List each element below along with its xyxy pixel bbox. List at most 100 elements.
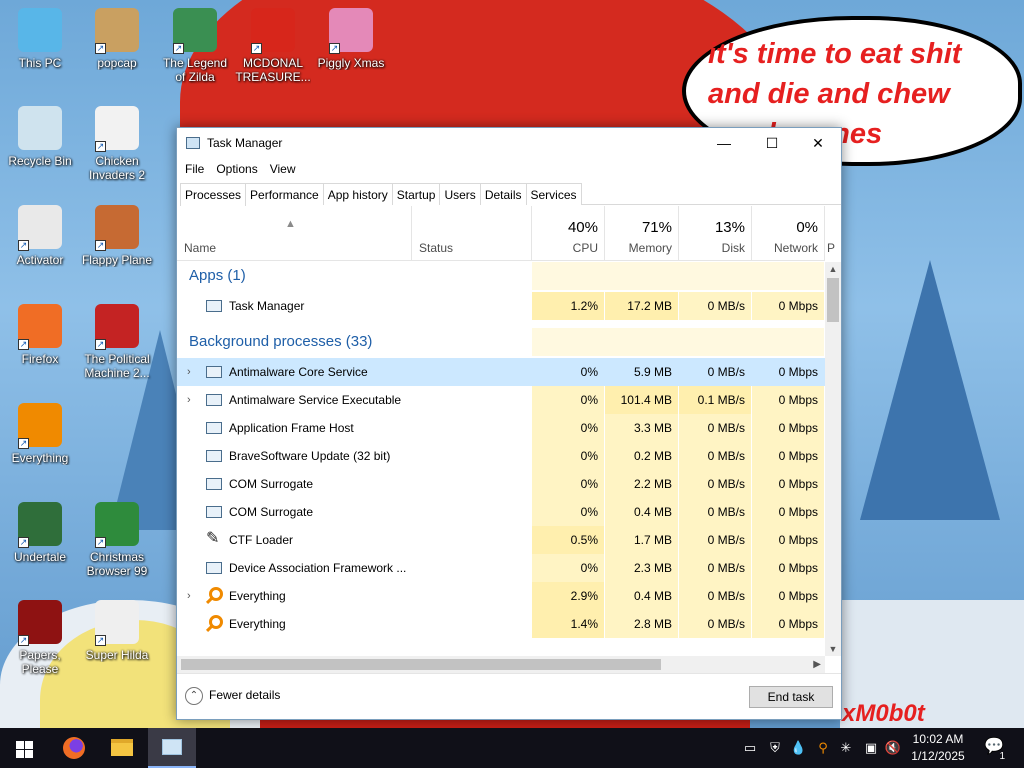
process-memory: 0.4 MB [605, 498, 678, 526]
watermark-text: xM0b0t [842, 700, 925, 727]
title-bar[interactable]: Task Manager — ☐ ✕ [177, 128, 841, 159]
column-disk[interactable]: 13% Disk [679, 206, 752, 261]
service-window-icon [206, 394, 222, 406]
taskbar-task-manager[interactable] [148, 728, 196, 768]
process-cpu: 1.2% [532, 292, 604, 320]
process-disk: 0 MB/s [679, 470, 751, 498]
minimize-button[interactable]: — [701, 128, 747, 159]
desktop-icon[interactable]: ↗ Flappy Plane [79, 205, 155, 267]
column-memory[interactable]: 71% Memory [605, 206, 679, 261]
process-name: CTF Loader [229, 533, 294, 547]
expand-chevron-icon[interactable]: › [187, 582, 191, 610]
process-row[interactable]: Application Frame Host 0% 3.3 MB 0 MB/s 0 Mb… [177, 414, 825, 442]
process-name: Everything [229, 589, 286, 603]
desktop-icon[interactable]: ↗ Everything [2, 403, 78, 465]
desktop-icon-label: popcap [97, 56, 137, 70]
shortcut-arrow-icon: ↗ [95, 635, 106, 646]
process-row[interactable]: › Antimalware Service Executable 0% 101.4 M… [177, 386, 825, 414]
group-apps-header[interactable]: Apps (1) [189, 262, 246, 290]
scroll-up-icon[interactable]: ▲ [825, 262, 841, 276]
tab-services[interactable]: Services [525, 183, 582, 205]
process-row[interactable]: COM Surrogate 0% 0.4 MB 0 MB/s 0 Mbps [177, 498, 825, 526]
desktop-icon[interactable]: ↗ Christmas Browser 99 [79, 502, 155, 578]
network-icon[interactable]: ▣ [860, 728, 882, 768]
column-status[interactable]: Status [412, 206, 532, 261]
process-row[interactable]: Task Manager 1.2% 17.2 MB 0 MB/s 0 Mbps [177, 292, 825, 320]
desktop-icon[interactable]: ↗ Super Hilda [79, 600, 155, 662]
menu-file[interactable]: File [177, 159, 208, 176]
group-background-header[interactable]: Background processes (33) [189, 328, 372, 356]
maximize-button[interactable]: ☐ [749, 128, 795, 159]
file-explorer-icon [111, 739, 133, 756]
process-row[interactable]: › Everything 2.9% 0.4 MB 0 MB/s 0 Mbps [177, 582, 825, 610]
water-drop-icon[interactable]: 💧 [790, 728, 806, 768]
process-memory: 0.4 MB [605, 582, 678, 610]
desktop-icon-label: MCDONAL TREASURE... [235, 56, 311, 84]
desktop-icon[interactable]: ↗ popcap [79, 8, 155, 70]
menu-view[interactable]: View [262, 159, 300, 176]
close-button[interactable]: ✕ [795, 128, 841, 159]
menu-options[interactable]: Options [208, 159, 261, 176]
desktop-icon-label: The Legend of Zilda [162, 56, 228, 84]
fewer-details-button[interactable]: ⌃ Fewer details [185, 687, 280, 705]
windows-logo-icon [25, 741, 33, 749]
scroll-right-icon[interactable]: ▶ [813, 656, 821, 673]
tab-performance[interactable]: Performance [245, 183, 324, 205]
desktop-icon[interactable]: ↗ Chicken Invaders 2 [79, 106, 155, 182]
desktop-icon[interactable]: ↗ Undertale [2, 502, 78, 564]
process-row[interactable]: › Antimalware Core Service 0% 5.9 MB 0 MB/s 0… [177, 358, 825, 386]
process-memory: 1.7 MB [605, 526, 678, 554]
horizontal-scrollbar[interactable]: ▶ [177, 656, 825, 673]
service-window-icon [206, 478, 222, 490]
group-heat-bg [532, 328, 824, 356]
column-power[interactable]: P [825, 206, 841, 261]
process-row[interactable]: Device Association Framework ... 0% 2.3 MB… [177, 554, 825, 582]
snowflake-icon[interactable]: ✳ [838, 728, 854, 768]
process-row[interactable]: COM Surrogate 0% 2.2 MB 0 MB/s 0 Mbps [177, 470, 825, 498]
horizontal-scroll-thumb[interactable] [181, 659, 661, 670]
desktop-icon[interactable]: ↗ The Legend of Zilda [157, 8, 233, 84]
desktop-icon[interactable]: Recycle Bin [2, 106, 78, 168]
column-network[interactable]: 0% Network [752, 206, 825, 261]
notification-center-button[interactable]: 💬 1 [980, 736, 1008, 762]
expand-chevron-icon[interactable]: › [187, 386, 191, 414]
end-task-button[interactable]: End task [749, 686, 833, 708]
vertical-scrollbar[interactable]: ▲ ▼ [825, 262, 841, 656]
desktop-icon[interactable]: ↗ Papers, Please [2, 600, 78, 676]
tab-users[interactable]: Users [439, 183, 481, 205]
tab-app-history[interactable]: App history [322, 183, 393, 205]
desktop-icon-label: This PC [18, 56, 62, 70]
tab-processes[interactable]: Processes [180, 183, 247, 206]
scroll-down-icon[interactable]: ▼ [825, 642, 841, 656]
taskbar-file-explorer[interactable] [98, 728, 146, 768]
vertical-scroll-thumb[interactable] [827, 278, 839, 322]
process-disk: 0 MB/s [679, 442, 751, 470]
everything-icon[interactable]: ⚲ [814, 728, 832, 768]
shortcut-arrow-icon: ↗ [173, 43, 184, 54]
desktop-icon[interactable]: ↗ Piggly Xmas [313, 8, 389, 70]
start-button[interactable] [0, 728, 48, 768]
system-clock[interactable]: 10:02 AM 1/12/2025 [900, 731, 976, 765]
desktop-icon[interactable]: ↗ The Political Machine 2... [79, 304, 155, 380]
process-row[interactable]: CTF Loader 0.5%1.7 MB0 MB/s0 Mbps [177, 526, 825, 554]
process-row[interactable]: BraveSoftware Update (32 bit) 0% 0.2 MB 0 M… [177, 442, 825, 470]
notification-count: 1 [996, 751, 1008, 762]
activator-icon: ↗ [18, 205, 62, 251]
network-adapter-icon[interactable]: ▭ [742, 728, 758, 768]
tab-startup[interactable]: Startup [391, 183, 441, 205]
desktop-icon[interactable]: ↗ Activator [2, 205, 78, 267]
process-network: 0 Mbps [752, 554, 824, 582]
defender-icon[interactable]: ⛨ [766, 728, 784, 768]
tab-details[interactable]: Details [479, 183, 527, 205]
footer-bar: ⌃ Fewer details End task [177, 673, 841, 719]
column-name[interactable]: Name [177, 206, 412, 261]
process-cpu: 0% [532, 470, 604, 498]
column-header-row: ▲ Name Status 40% CPU 71% Memory 13% Dis… [177, 206, 835, 261]
expand-chevron-icon[interactable]: › [187, 358, 191, 386]
desktop-icon[interactable]: This PC [2, 8, 78, 70]
taskbar-firefox[interactable] [50, 728, 98, 768]
column-cpu[interactable]: 40% CPU [532, 206, 605, 261]
desktop-icon[interactable]: ↗ MCDONAL TREASURE... [235, 8, 311, 84]
process-row[interactable]: Everything 1.4% 2.8 MB 0 MB/s 0 Mbps [177, 610, 825, 638]
desktop-icon[interactable]: ↗ Firefox [2, 304, 78, 366]
